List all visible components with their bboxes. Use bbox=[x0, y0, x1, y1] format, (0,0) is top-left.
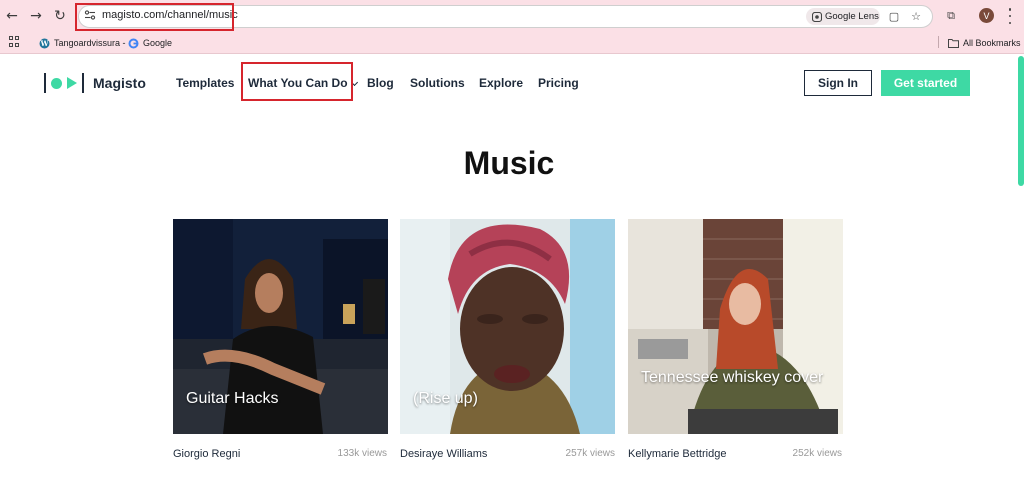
bookmarks-divider bbox=[938, 36, 939, 48]
video-card-rise-up[interactable]: (Rise up) bbox=[400, 219, 615, 434]
page-scrollbar[interactable] bbox=[1018, 56, 1024, 186]
svg-text:W: W bbox=[40, 39, 49, 48]
nav-blog[interactable]: Blog bbox=[367, 76, 394, 90]
page-title: Music bbox=[463, 145, 555, 181]
extensions-icon[interactable]: ⧉ bbox=[944, 9, 958, 23]
logo-bar-left bbox=[44, 73, 46, 93]
nav-templates[interactable]: Templates bbox=[176, 76, 234, 90]
card-title: Tennessee whiskey cover bbox=[641, 369, 824, 386]
reload-icon[interactable]: ↻ bbox=[50, 6, 70, 26]
video-card-tennessee-whiskey-cover[interactable]: Tennessee whiskey cover bbox=[628, 219, 843, 434]
magisto-logo[interactable]: Magisto bbox=[44, 72, 146, 94]
card-views: 252k views bbox=[792, 448, 842, 459]
card-title: (Rise up) bbox=[413, 390, 478, 407]
forward-icon[interactable]: → bbox=[26, 6, 46, 26]
bookmark-tangoardvissura[interactable]: W Tangoardvissura - bbox=[39, 36, 126, 50]
all-bookmarks-button[interactable]: All Bookmarks bbox=[948, 36, 1021, 50]
get-started-button[interactable]: Get started bbox=[881, 70, 970, 96]
lens-icon bbox=[812, 11, 822, 22]
logo-play-icon bbox=[67, 77, 77, 89]
back-icon[interactable]: ← bbox=[2, 6, 22, 26]
nav-solutions[interactable]: Solutions bbox=[410, 76, 465, 90]
all-bookmarks-label: All Bookmarks bbox=[963, 38, 1021, 48]
google-icon bbox=[128, 38, 139, 48]
video-card-guitar-hacks[interactable]: Guitar Hacks bbox=[173, 219, 388, 434]
google-lens-label: Google Lens bbox=[825, 11, 879, 22]
bookmark-label: Tangoardvissura - bbox=[54, 38, 126, 48]
logo-dot-icon bbox=[51, 77, 62, 89]
apps-grid-icon[interactable] bbox=[9, 36, 20, 47]
bookmark-google[interactable]: Google bbox=[128, 36, 172, 50]
profile-avatar[interactable]: V bbox=[979, 8, 994, 23]
card-author[interactable]: Giorgio Regni bbox=[173, 448, 240, 460]
bookmark-star-icon[interactable]: ☆ bbox=[909, 9, 923, 23]
browser-menu-icon[interactable] bbox=[1006, 8, 1014, 24]
sign-in-button[interactable]: Sign In bbox=[804, 70, 872, 96]
logo-bar-right bbox=[82, 73, 84, 93]
wordpress-icon: W bbox=[39, 38, 50, 48]
card-title: Guitar Hacks bbox=[186, 390, 279, 407]
nav-pricing[interactable]: Pricing bbox=[538, 76, 579, 90]
install-app-icon[interactable]: ▢ bbox=[887, 9, 901, 23]
bookmark-label: Google bbox=[143, 38, 173, 48]
brand-name: Magisto bbox=[93, 75, 146, 91]
nav-annotation-box bbox=[241, 62, 353, 101]
card-views: 133k views bbox=[337, 448, 387, 459]
nav-explore[interactable]: Explore bbox=[479, 76, 523, 90]
google-lens-button[interactable]: Google Lens bbox=[806, 8, 880, 25]
card-views: 257k views bbox=[565, 448, 615, 459]
card-author[interactable]: Kellymarie Bettridge bbox=[628, 448, 726, 460]
folder-icon bbox=[948, 39, 959, 48]
url-annotation-box bbox=[75, 3, 234, 31]
card-author[interactable]: Desiraye Williams bbox=[400, 448, 487, 460]
video-thumbnail bbox=[628, 219, 843, 434]
